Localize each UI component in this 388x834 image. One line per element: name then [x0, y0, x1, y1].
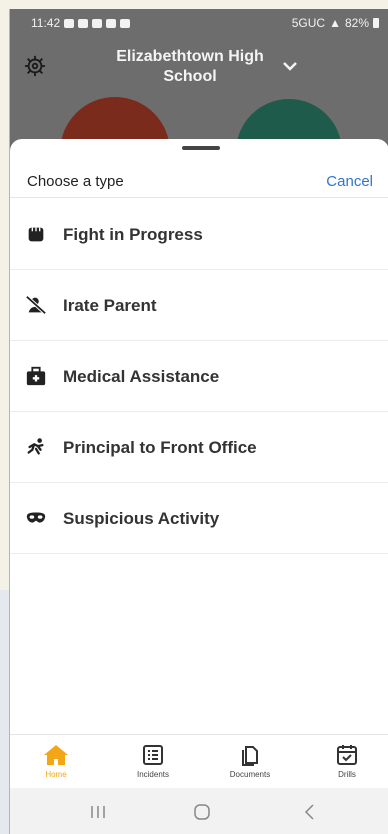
status-time-group: 11:42 — [31, 16, 131, 30]
app-header: Elizabethtown High School — [10, 35, 388, 95]
type-item-principal[interactable]: Principal to Front Office — [10, 412, 388, 483]
type-item-label: Fight in Progress — [63, 225, 203, 244]
notification-icon — [64, 18, 75, 28]
battery-icon — [373, 18, 379, 28]
type-item-medical[interactable]: Medical Assistance — [10, 341, 388, 412]
tab-home[interactable]: Home — [21, 739, 91, 779]
status-right-group: 5GUC ▲ 82% — [292, 16, 379, 30]
system-nav-bar — [10, 788, 388, 834]
status-bar: 11:42 5GUC ▲ 82% — [10, 9, 388, 35]
type-item-label: Irate Parent — [63, 296, 157, 315]
type-item-irate-parent[interactable]: Irate Parent — [10, 270, 388, 341]
tab-drills[interactable]: Drills — [312, 739, 382, 779]
type-item-fight[interactable]: Fight in Progress — [10, 199, 388, 270]
choose-type-sheet: Choose a type Cancel Fight in Progress I… — [10, 139, 388, 834]
bottom-tab-bar: Home Incidents Documents Drills — [10, 734, 388, 789]
battery-percent: 82% — [344, 16, 369, 30]
tab-incidents[interactable]: Incidents — [118, 739, 188, 779]
gear-icon[interactable] — [24, 55, 46, 77]
sheet-title: Choose a type — [27, 173, 124, 190]
recent-apps-icon[interactable] — [83, 801, 113, 823]
type-item-label: Medical Assistance — [63, 367, 220, 386]
twitter-icon — [92, 18, 103, 28]
running-person-icon — [27, 438, 44, 455]
calendar-check-icon — [337, 745, 357, 765]
school-name[interactable]: Elizabethtown High School — [100, 47, 280, 87]
tab-label: Drills — [338, 770, 356, 779]
back-icon[interactable] — [295, 801, 325, 823]
type-item-label: Principal to Front Office — [63, 438, 257, 457]
list-icon — [143, 745, 163, 765]
tab-label: Documents — [229, 770, 271, 779]
documents-icon — [242, 746, 258, 766]
chevron-down-icon[interactable] — [282, 60, 298, 72]
tab-label: Home — [45, 770, 67, 779]
home-nav-icon[interactable] — [187, 801, 217, 823]
mail-icon — [120, 18, 131, 28]
signal-icon: ▲ — [329, 16, 341, 30]
mask-icon — [26, 512, 46, 523]
background-strip — [0, 590, 9, 834]
tab-documents[interactable]: Documents — [215, 739, 285, 779]
type-item-suspicious[interactable]: Suspicious Activity — [10, 483, 388, 554]
type-list: Fight in Progress Irate Parent Medical A… — [10, 199, 388, 554]
sheet-header: Choose a type Cancel — [10, 157, 388, 198]
status-time: 11:42 — [31, 16, 61, 30]
sheet-handle[interactable] — [182, 146, 220, 150]
medical-kit-icon — [26, 366, 46, 386]
fist-icon — [28, 227, 44, 242]
message-icon — [78, 18, 89, 28]
phone-screen: 11:42 5GUC ▲ 82% Elizabethtown High Scho… — [9, 9, 388, 834]
tab-label: Incidents — [136, 770, 170, 779]
user-slash-icon — [25, 295, 47, 315]
home-icon — [44, 745, 68, 765]
type-item-label: Suspicious Activity — [63, 509, 220, 528]
network-indicator: 5GUC — [291, 16, 326, 30]
cancel-button[interactable]: Cancel — [326, 173, 373, 190]
youtube-icon — [106, 18, 117, 28]
